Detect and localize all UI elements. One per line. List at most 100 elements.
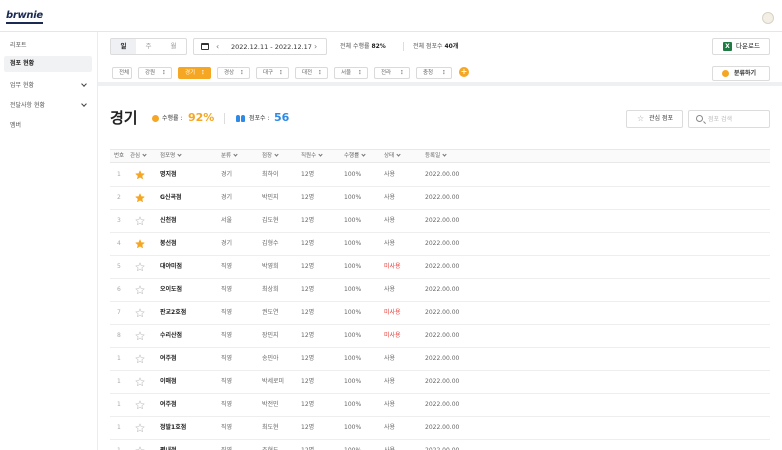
sort-button[interactable]: 분류하기 <box>712 66 770 81</box>
table-row[interactable]: 1 평내점 직영 조현도 12명 100% 사용 2022.00.00 <box>110 440 770 450</box>
table-row[interactable]: 8 수리산점 직영 장민지 12명 100% 미사용 2022.00.00 <box>110 325 770 348</box>
cell-name[interactable]: G신곡점 <box>160 187 182 209</box>
table-row[interactable]: 7 판교2호점 직영 권도연 12명 100% 미사용 2022.00.00 <box>110 302 770 325</box>
filter-chip[interactable]: 전체 <box>112 67 132 79</box>
table-row[interactable]: 1 여주점 직영 박전민 12명 100% 사용 2022.00.00 <box>110 394 770 417</box>
column-header[interactable]: 등록일 <box>425 150 447 163</box>
sidebar-item-2[interactable]: 업무 현황 <box>4 78 92 94</box>
star-outline-icon[interactable] <box>135 423 145 433</box>
cell-date: 2022.00.00 <box>425 171 460 178</box>
cell-name[interactable]: 평내점 <box>160 440 177 450</box>
table-row[interactable]: 1 정발1호점 직영 최도현 12명 100% 사용 2022.00.00 <box>110 417 770 440</box>
filter-chip[interactable]: 충청 ⋮ <box>416 67 452 79</box>
cell-name[interactable]: 명지점 <box>160 164 177 186</box>
more-vertical-icon[interactable]: ⋮ <box>161 68 167 78</box>
chevron-left-icon[interactable]: ‹ <box>216 43 219 51</box>
tab-day[interactable]: 일 <box>111 39 136 54</box>
cell-name[interactable]: 대야미점 <box>160 256 182 278</box>
table-row[interactable]: 5 대야미점 직영 박영희 12명 100% 미사용 2022.00.00 <box>110 256 770 279</box>
more-vertical-icon[interactable]: ⋮ <box>441 68 447 78</box>
cell-name[interactable]: 신천점 <box>160 210 177 232</box>
star-filled-icon[interactable] <box>135 170 145 180</box>
star-outline-icon[interactable] <box>135 216 145 226</box>
cell-date: 2022.00.00 <box>425 378 460 385</box>
cell-type: 직영 <box>221 286 233 293</box>
cell-name[interactable]: 이매점 <box>160 371 177 393</box>
chevron-down-icon <box>274 152 279 157</box>
cell-name[interactable]: 오이도점 <box>160 279 182 301</box>
sidebar-item-label: 멤버 <box>10 122 22 129</box>
column-header[interactable]: 분류 <box>221 150 238 163</box>
more-vertical-icon[interactable]: ⋮ <box>200 68 206 78</box>
filter-chip[interactable]: 대전 ⋮ <box>295 67 328 79</box>
star-outline-icon[interactable] <box>135 308 145 318</box>
filter-chip[interactable]: 전라 ⋮ <box>374 67 410 79</box>
sidebar-item-1[interactable]: 점포 현황 <box>4 56 92 72</box>
table-row[interactable]: 2 G신곡점 경기 박민지 12명 100% 사용 2022.00.00 <box>110 187 770 210</box>
cell-staff: 12명 <box>301 263 315 270</box>
cell-name[interactable]: 여주점 <box>160 394 177 416</box>
sidebar-item-label: 업무 현황 <box>10 82 34 89</box>
column-header[interactable]: 점장 <box>262 150 279 163</box>
user-avatar[interactable] <box>762 12 774 24</box>
column-header[interactable]: 직원수 <box>301 150 323 163</box>
cell-status: 사용 <box>384 194 396 201</box>
sidebar-item-0[interactable]: 리포트 <box>4 38 92 54</box>
filter-chip[interactable]: 대구 ⋮ <box>256 67 289 79</box>
star-outline-icon[interactable] <box>135 377 145 387</box>
chevron-right-icon[interactable]: › <box>314 43 317 51</box>
filter-chip[interactable]: 서울 ⋮ <box>334 67 368 79</box>
date-range-picker[interactable]: ‹ 2022.12.11 - 2022.12.17 › <box>193 38 327 55</box>
cell-status: 미사용 <box>384 332 401 339</box>
table-row[interactable]: 1 여주점 직영 송민아 12명 100% 사용 2022.00.00 <box>110 348 770 371</box>
filter-chip[interactable]: 강원 ⋮ <box>138 67 172 79</box>
brand-logo[interactable]: brwnie <box>6 11 43 24</box>
star-outline-icon[interactable] <box>135 446 145 450</box>
excel-icon: X <box>723 42 732 51</box>
table-row[interactable]: 4 봉선점 경기 김형수 12명 100% 사용 2022.00.00 <box>110 233 770 256</box>
table-row[interactable]: 1 이매점 직영 박세로미 12명 100% 사용 2022.00.00 <box>110 371 770 394</box>
table-row[interactable]: 6 오이도점 직영 최상희 12명 100% 사용 2022.00.00 <box>110 279 770 302</box>
tab-month[interactable]: 월 <box>161 39 186 54</box>
star-filled-icon[interactable] <box>135 193 145 203</box>
table-row[interactable]: 3 신천점 서울 김도현 12명 100% 사용 2022.00.00 <box>110 210 770 233</box>
star-outline-icon[interactable] <box>135 400 145 410</box>
cell-manager: 박전민 <box>262 401 279 408</box>
more-vertical-icon[interactable]: ⋮ <box>239 68 245 78</box>
cell-name[interactable]: 수리산점 <box>160 325 182 347</box>
cell-status: 사용 <box>384 378 396 385</box>
filter-chip[interactable]: 경상 ⋮ <box>217 67 250 79</box>
column-header[interactable]: 상태 <box>384 150 401 163</box>
download-button[interactable]: X 다운로드 <box>712 38 770 55</box>
cell-name[interactable]: 여주점 <box>160 348 177 370</box>
sort-label: 분류하기 <box>734 70 757 77</box>
star-outline-icon[interactable] <box>135 331 145 341</box>
column-header-label: 번호 <box>114 153 125 159</box>
table-row[interactable]: 1 명지점 경기 최하이 12명 100% 사용 2022.00.00 <box>110 164 770 187</box>
column-header[interactable]: 관심 <box>130 150 147 163</box>
column-header[interactable]: 수행률 <box>344 150 366 163</box>
star-outline-icon[interactable] <box>135 285 145 295</box>
more-vertical-icon[interactable]: ⋮ <box>399 68 405 78</box>
tab-week[interactable]: 주 <box>136 39 161 54</box>
favorite-stores-button[interactable]: ☆ 관심 점포 <box>626 110 683 128</box>
add-filter-icon[interactable]: + <box>459 67 469 77</box>
cell-name[interactable]: 판교2호점 <box>160 302 186 324</box>
star-outline-icon[interactable] <box>135 262 145 272</box>
star-filled-icon[interactable] <box>135 239 145 249</box>
cell-name[interactable]: 정발1호점 <box>160 417 186 439</box>
column-header[interactable]: 점포명 <box>160 150 182 163</box>
search-input[interactable] <box>708 114 766 125</box>
more-vertical-icon[interactable]: ⋮ <box>357 68 363 78</box>
cell-name[interactable]: 봉선점 <box>160 233 177 255</box>
more-vertical-icon[interactable]: ⋮ <box>317 68 323 78</box>
cell-rate: 100% <box>344 286 362 293</box>
star-outline-icon[interactable] <box>135 354 145 364</box>
total-rate-label: 전체 수행률 <box>340 43 370 50</box>
more-vertical-icon[interactable]: ⋮ <box>278 68 284 78</box>
sidebar-item-3[interactable]: 전달사항 현황 <box>4 98 92 114</box>
column-header-label: 등록일 <box>425 153 441 159</box>
cell-no: 1 <box>117 171 121 178</box>
sidebar-item-4[interactable]: 멤버 <box>4 118 92 134</box>
filter-chip[interactable]: 경기 ⋮ <box>178 67 211 79</box>
